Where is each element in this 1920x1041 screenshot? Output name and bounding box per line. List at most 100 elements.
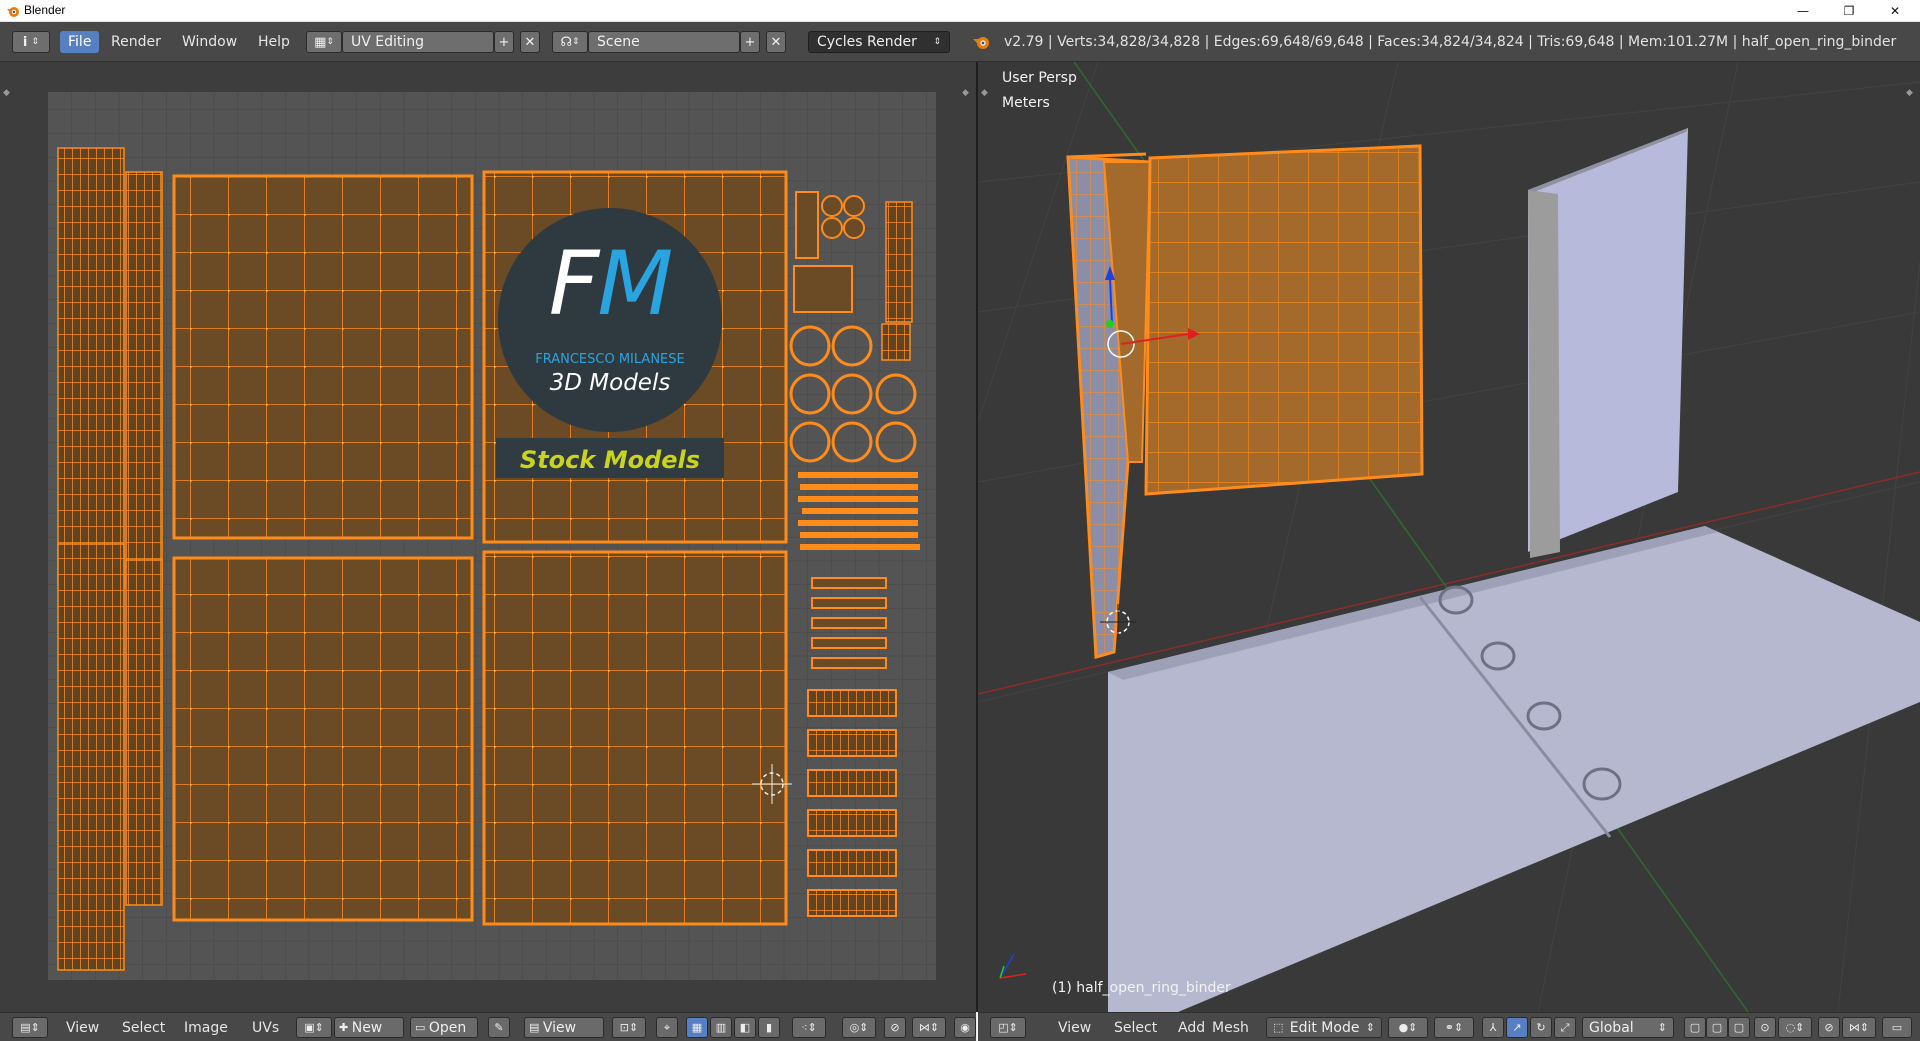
new-image-label: New — [351, 1019, 383, 1036]
minimize-button[interactable]: — — [1780, 0, 1826, 22]
close-button[interactable]: ✕ — [1872, 0, 1918, 22]
x-icon: ✕ — [524, 34, 536, 50]
layout-grid-icon: ▦ — [314, 34, 327, 50]
image-browse-icon: ▣⇕ — [304, 1021, 324, 1034]
translate-manipulator-icon[interactable]: ↗ — [1506, 1017, 1528, 1038]
edit-mode-icon: ⬚ — [1273, 1021, 1284, 1034]
view3d-menu-add[interactable]: Add — [1178, 1017, 1205, 1038]
view3d-menu-mesh[interactable]: Mesh — [1212, 1017, 1249, 1038]
new-image-button[interactable]: ✚ New — [334, 1017, 404, 1038]
fm-subtitle-text: 3D Models — [549, 370, 671, 396]
uv-menu-image[interactable]: Image — [184, 1017, 228, 1038]
uv-image-editor[interactable]: ◆ ◆ FM FRANCESCO MILANESE 3D Models Stoc… — [0, 62, 976, 1012]
layer-icon[interactable]: ▢ — [1684, 1017, 1706, 1038]
editor-type-info-button[interactable]: i ⇕ — [12, 31, 50, 53]
rotate-manipulator-icon[interactable]: ↻ — [1530, 1017, 1552, 1038]
uv-editor-header: ▤⇕ View Select Image UVs ▣⇕ ✚ New ▭ Open… — [0, 1012, 976, 1041]
uv-canvas[interactable] — [0, 62, 976, 1012]
edge-select-icon[interactable]: ▥ — [710, 1017, 732, 1038]
blender-window: Blender — ❐ ✕ i ⇕ File Render Window Hel… — [0, 0, 1920, 1041]
proportional-icon[interactable]: ⊙ — [1754, 1017, 1776, 1038]
plus-icon: ✚ — [339, 1021, 352, 1034]
sticky-mode-dropdown[interactable]: ⁖⇕ — [792, 1017, 826, 1038]
add-scene-button[interactable]: + — [740, 31, 760, 53]
render-engine-dropdown[interactable]: Cycles Render ⇕ — [808, 31, 950, 53]
vertex-mode-dropdown[interactable]: ◌⇕ — [1778, 1017, 1812, 1038]
stock-models-banner: Stock Models — [519, 446, 701, 474]
layer-icon[interactable]: ▢ — [1706, 1017, 1728, 1038]
view3d-menu-select[interactable]: Select — [1114, 1017, 1157, 1038]
pivot-point-icon: ⚭⇕ — [1444, 1021, 1464, 1034]
image-browse-button[interactable]: ▣⇕ — [296, 1017, 332, 1038]
sticky-icon: ⁖⇕ — [801, 1021, 817, 1034]
vertex-mode-icon: ◌⇕ — [1785, 1021, 1805, 1034]
units-label: Meters — [1002, 95, 1050, 111]
snap-element-icon: ⋈⇕ — [1848, 1021, 1870, 1034]
menu-window[interactable]: Window — [174, 31, 245, 53]
scene-selector[interactable]: ☊ ⇕ — [552, 31, 588, 53]
editor-type-image-button[interactable]: ▤⇕ — [12, 1017, 48, 1038]
pivot-point-dropdown[interactable]: ⚭⇕ — [1434, 1017, 1474, 1038]
shading-icon: ●⇕ — [1398, 1021, 1418, 1034]
island-select-icon[interactable]: ▮ — [758, 1017, 780, 1038]
snap-element-dropdown[interactable]: ⋈⇕ — [1842, 1017, 1876, 1038]
mode-label: Edit Mode — [1289, 1019, 1360, 1036]
view-mode-label: View — [542, 1019, 577, 1036]
fm-logo-m: M — [597, 232, 673, 335]
view-mode-dropdown[interactable]: ▤ View — [524, 1017, 604, 1038]
screen-layout-selector[interactable]: ▦ ⇕ — [306, 31, 342, 53]
active-object-label: (1) half_open_ring_binder — [1052, 980, 1231, 996]
render-slot-icon[interactable]: ◉ — [954, 1017, 976, 1038]
uv-menu-select[interactable]: Select — [122, 1017, 165, 1038]
uv-menu-view[interactable]: View — [66, 1017, 99, 1038]
window-title: Blender — [24, 3, 66, 17]
pivot-icon: ⊡⇕ — [619, 1021, 639, 1034]
snap-element-dropdown[interactable]: ⋈⇕ — [912, 1017, 946, 1038]
uv-menu-uvs[interactable]: UVs — [252, 1017, 279, 1038]
viewport-header: ◰⇕ View Select Add Mesh ⬚ Edit Mode ⇕ ●⇕ ⚭… — [978, 1012, 1920, 1041]
add-layout-button[interactable]: + — [494, 31, 514, 53]
layer-icon[interactable]: ▢ — [1728, 1017, 1750, 1038]
remove-layout-button[interactable]: ✕ — [520, 31, 540, 53]
plus-icon: + — [498, 34, 510, 50]
render-preview-icon[interactable]: ▭ — [1882, 1017, 1912, 1038]
x-icon: ✕ — [770, 34, 782, 50]
image-editor-icon: ▤⇕ — [20, 1021, 40, 1034]
3d-view-icon: ◰⇕ — [998, 1021, 1018, 1034]
open-image-label: Open — [428, 1019, 467, 1036]
snap-icon[interactable]: ⊘ — [1818, 1017, 1840, 1038]
face-select-icon[interactable]: ◧ — [734, 1017, 756, 1038]
scene-icon: ☊ — [560, 34, 572, 50]
editor-type-3d-button[interactable]: ◰⇕ — [990, 1017, 1026, 1038]
view-mode-icon: ▤ — [529, 1021, 543, 1034]
cursor-icon[interactable]: ⌖ — [656, 1017, 678, 1038]
pin-icon[interactable]: ✎ — [488, 1017, 510, 1038]
remove-scene-button[interactable]: ✕ — [766, 31, 786, 53]
restore-icon: ❐ — [1843, 4, 1855, 18]
proportional-icon: ◎⇕ — [849, 1021, 869, 1034]
maximize-button[interactable]: ❐ — [1826, 0, 1872, 22]
menu-file[interactable]: File — [60, 31, 100, 53]
viewport-canvas[interactable] — [978, 62, 1920, 1012]
scene-name-field[interactable]: Scene — [588, 31, 740, 53]
snap-icon[interactable]: ⊘ — [884, 1017, 906, 1038]
pivot-dropdown[interactable]: ⊡⇕ — [612, 1017, 646, 1038]
mode-dropdown[interactable]: ⬚ Edit Mode ⇕ — [1266, 1017, 1382, 1038]
menu-help[interactable]: Help — [250, 31, 298, 53]
info-header: i ⇕ File Render Window Help ▦ ⇕ UV Editin… — [0, 22, 1920, 62]
updown-icon: ⇕ — [572, 37, 580, 47]
menu-render[interactable]: Render — [103, 31, 169, 53]
scene-statistics: v2.79 | Verts:34,828/34,828 | Edges:69,6… — [1004, 34, 1897, 50]
proportional-edit-dropdown[interactable]: ◎⇕ — [842, 1017, 876, 1038]
vertex-select-icon[interactable]: ▦ — [686, 1017, 708, 1038]
manipulator-toggle-icon[interactable]: ⅄ — [1482, 1017, 1504, 1038]
transform-orientation-dropdown[interactable]: Global ⇕ — [1582, 1017, 1674, 1038]
view3d-menu-view[interactable]: View — [1058, 1017, 1091, 1038]
scale-manipulator-icon[interactable]: ⤢ — [1554, 1017, 1576, 1038]
open-image-button[interactable]: ▭ Open — [410, 1017, 478, 1038]
layout-name-field[interactable]: UV Editing — [342, 31, 494, 53]
3d-viewport[interactable]: ◆ ◆ User Persp Meters (1) half_open_ring… — [978, 62, 1920, 1012]
shading-dropdown[interactable]: ●⇕ — [1388, 1017, 1428, 1038]
folder-icon: ▭ — [415, 1021, 429, 1034]
updown-icon: ⇕ — [1365, 1021, 1375, 1034]
